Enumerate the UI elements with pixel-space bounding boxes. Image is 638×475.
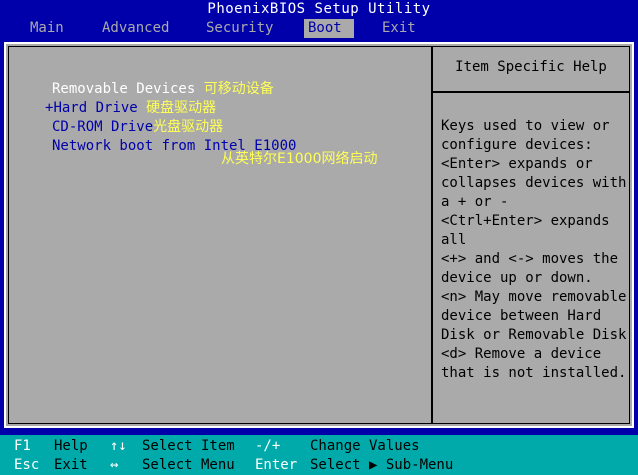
- footer-desc-select-menu: Select Menu: [142, 456, 235, 475]
- boot-item-label: CD-ROM Drive: [52, 119, 154, 135]
- key-description: Change Values: [310, 438, 420, 454]
- network-boot-annotation-row: 从英特尔E1000网络启动: [221, 150, 377, 169]
- footer-desc-sub-menu: Select ▶ Sub-Menu: [310, 456, 453, 475]
- key-description: Help: [54, 438, 88, 454]
- key-description: Select Item: [142, 438, 235, 454]
- footer-desc-select-item: Select Item: [142, 437, 235, 456]
- footer-desc-change-values: Change Values: [310, 437, 420, 456]
- key-description: Select Menu: [142, 457, 235, 473]
- footer-desc-help: Help: [54, 437, 88, 456]
- footer-key-enter: Enter: [255, 456, 297, 475]
- footer-key-exit: Esc: [14, 456, 39, 475]
- key-label: Enter: [255, 457, 298, 473]
- boot-item-annotation: 可移动设备: [203, 81, 274, 97]
- boot-panel-frame: Item Specific Help Keys used to view or …: [8, 46, 630, 424]
- menu-tab-exit[interactable]: Exit: [378, 19, 420, 38]
- key-description: Exit: [54, 457, 88, 473]
- key-label: ↔: [110, 457, 119, 473]
- boot-item-cdrom-drive[interactable]: CD-ROM Drive光盘驱动器: [52, 118, 223, 137]
- key-label: F1: [14, 438, 31, 454]
- key-label: Esc: [14, 457, 40, 473]
- footer-key-change-values: -/+: [255, 437, 280, 456]
- boot-panel: Item Specific Help Keys used to view or …: [4, 42, 634, 428]
- key-description: Select ▶ Sub-Menu: [310, 457, 454, 473]
- boot-item-annotation: 光盘驱动器: [153, 119, 224, 135]
- menu-bar: Main Advanced Security Boot Exit: [0, 19, 638, 38]
- key-label: -/+: [255, 438, 281, 454]
- menu-tab-security[interactable]: Security: [202, 19, 277, 38]
- bios-title: PhoenixBIOS Setup Utility: [0, 0, 638, 19]
- help-title: Item Specific Help: [455, 59, 607, 75]
- footer-key-select-menu: ↔: [110, 456, 118, 475]
- boot-item-annotation: 从英特尔E1000网络启动: [221, 151, 378, 167]
- key-label: ↑↓: [110, 438, 127, 454]
- boot-item-label: Removable Devices: [52, 81, 196, 97]
- boot-item-label: Hard Drive: [53, 100, 138, 116]
- footer-key-help: F1: [14, 437, 31, 456]
- menu-tab-boot[interactable]: Boot: [304, 19, 354, 38]
- menu-tab-main[interactable]: Main: [26, 19, 68, 38]
- help-title-rule: [433, 91, 629, 93]
- boot-item-annotation: 硬盘驱动器: [146, 100, 217, 116]
- menu-tab-advanced[interactable]: Advanced: [98, 19, 173, 38]
- help-text: Keys used to view or configure devices: …: [441, 118, 627, 381]
- panel-divider: [431, 47, 433, 423]
- footer-desc-exit: Exit: [54, 456, 88, 475]
- key-legend-footer: F1 Help ↑↓ Select Item -/+ Change Values…: [0, 435, 638, 475]
- footer-key-select-item: ↑↓: [110, 437, 127, 456]
- boot-item-hard-drive[interactable]: +Hard Drive 硬盘驱动器: [45, 99, 216, 118]
- boot-item-removable-devices[interactable]: Removable Devices 可移动设备: [52, 80, 274, 99]
